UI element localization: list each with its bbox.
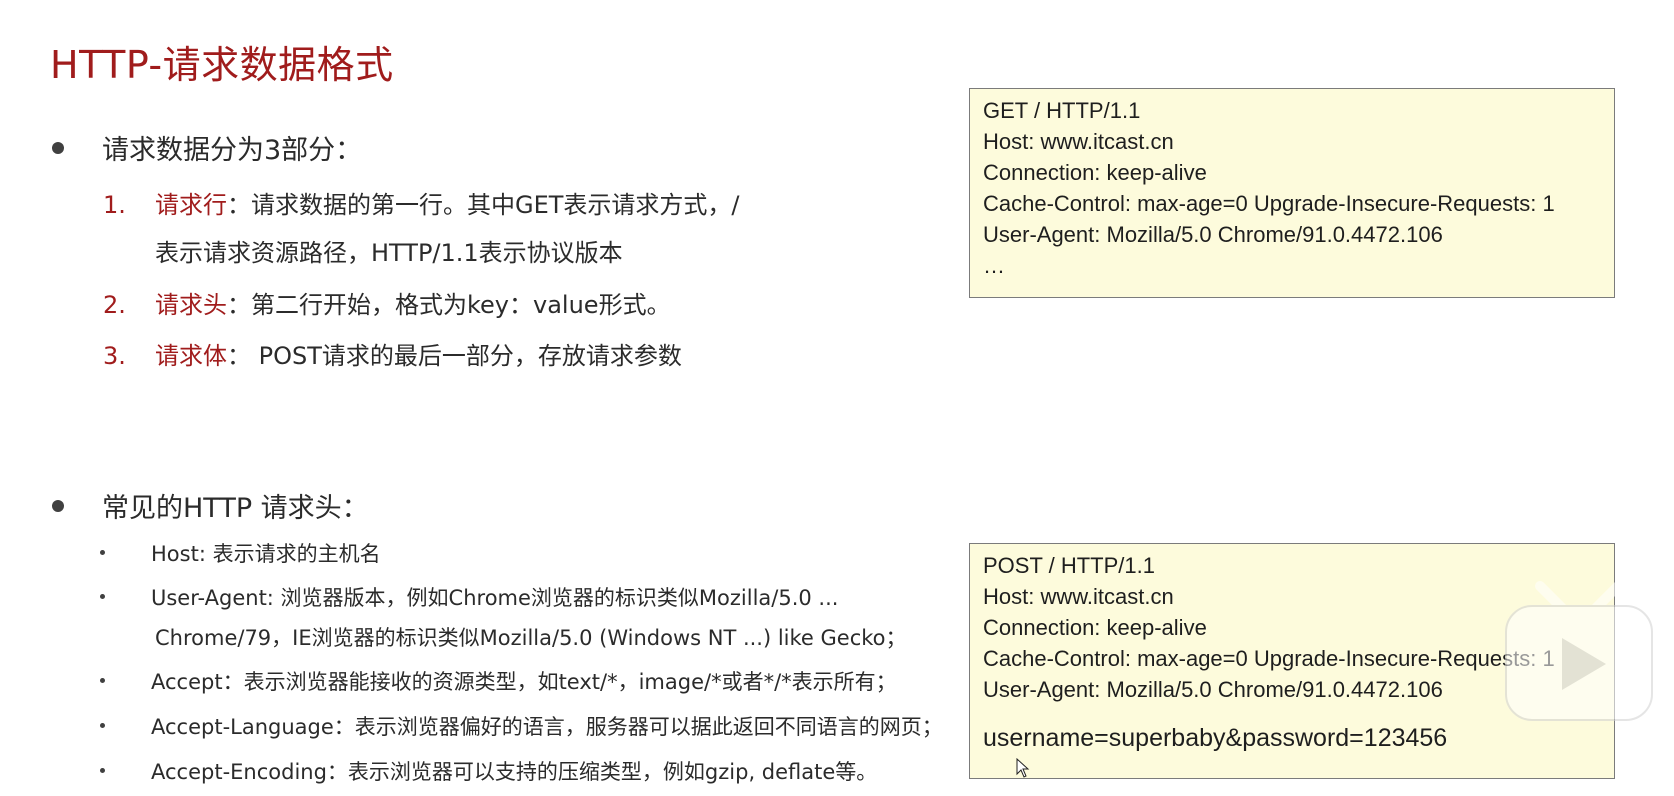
item-text: ：第二行开始，格式为key：value形式。 xyxy=(227,291,671,319)
mouse-cursor-icon xyxy=(1016,758,1030,778)
item-term: 请求头 xyxy=(155,291,227,319)
small-bullet-icon xyxy=(100,549,105,555)
video-play-overlay-icon[interactable] xyxy=(1500,578,1658,728)
slide-title: HTTP-请求数据格式 xyxy=(50,43,394,87)
section1-heading: 请求数据分为3部分： xyxy=(102,135,363,166)
small-bullet-icon xyxy=(100,677,105,683)
header-item-text-continued: Chrome/79，IE浏览器的标识类似Mozilla/5.0 (Windows… xyxy=(155,626,907,650)
request-part-item-1: 1. 请求行：请求数据的第一行。其中GET表示请求方式，/ 表示请求资源路径，HT… xyxy=(103,181,740,277)
request-part-item-2: 2. 请求头：第二行开始，格式为key：value形式。 xyxy=(103,281,671,329)
item-term: 请求体 xyxy=(155,342,227,370)
section2-bullet: 常见的HTTP 请求头： xyxy=(52,486,369,525)
item-number: 3. xyxy=(103,342,126,370)
item-term: 请求行 xyxy=(155,191,227,219)
code-line-ellipsis: … xyxy=(983,253,1005,278)
item-number: 1. xyxy=(103,191,126,219)
header-item-text: Host: 表示请求的主机名 xyxy=(151,542,381,566)
get-request-example: GET / HTTP/1.1 Host: www.itcast.cn Conne… xyxy=(969,88,1615,298)
bullet-dot-icon xyxy=(52,499,64,512)
item-text: ： POST请求的最后一部分，存放请求参数 xyxy=(227,342,682,370)
header-item-text: Accept-Language：表示浏览器偏好的语言，服务器可以据此返回不同语言… xyxy=(151,715,943,739)
header-item-text: Accept：表示浏览器能接收的资源类型，如text/*，image/*或者*/… xyxy=(151,670,897,694)
section1-bullet: 请求数据分为3部分： xyxy=(52,128,362,167)
request-part-item-3: 3. 请求体： POST请求的最后一部分，存放请求参数 xyxy=(103,332,682,380)
item-text-continued: 表示请求资源路径，HTTP/1.1表示协议版本 xyxy=(155,239,623,267)
slide: HTTP-请求数据格式 请求数据分为3部分： 1. 请求行：请求数据的第一行。其中… xyxy=(0,0,1674,796)
header-item-host: Host: 表示请求的主机名 xyxy=(100,534,381,574)
code-line: Host: www.itcast.cn xyxy=(983,129,1174,154)
item-number: 2. xyxy=(103,291,126,319)
code-line: Connection: keep-alive xyxy=(983,160,1207,185)
section2-heading: 常见的HTTP 请求头： xyxy=(102,493,369,524)
header-item-text: User-Agent: 浏览器版本，例如Chrome浏览器的标识类似Mozill… xyxy=(151,586,839,610)
header-item-user-agent: User-Agent: 浏览器版本，例如Chrome浏览器的标识类似Mozill… xyxy=(100,578,907,658)
header-item-accept-language: Accept-Language：表示浏览器偏好的语言，服务器可以据此返回不同语言… xyxy=(100,707,943,747)
header-item-text: Accept-Encoding：表示浏览器可以支持的压缩类型，例如gzip, d… xyxy=(151,760,878,784)
code-line: User-Agent: Mozilla/5.0 Chrome/91.0.4472… xyxy=(983,222,1443,247)
code-line: GET / HTTP/1.1 xyxy=(983,98,1141,123)
small-bullet-icon xyxy=(100,593,105,599)
header-item-accept: Accept：表示浏览器能接收的资源类型，如text/*，image/*或者*/… xyxy=(100,662,897,702)
code-line: Cache-Control: max-age=0 Upgrade-Insecur… xyxy=(983,191,1555,216)
small-bullet-icon xyxy=(100,722,105,728)
code-line: POST / HTTP/1.1 xyxy=(983,553,1155,578)
item-text: ：请求数据的第一行。其中GET表示请求方式，/ xyxy=(227,191,740,219)
header-item-accept-encoding: Accept-Encoding：表示浏览器可以支持的压缩类型，例如gzip, d… xyxy=(100,752,877,792)
bullet-dot-icon xyxy=(52,141,64,154)
small-bullet-icon xyxy=(100,767,105,773)
